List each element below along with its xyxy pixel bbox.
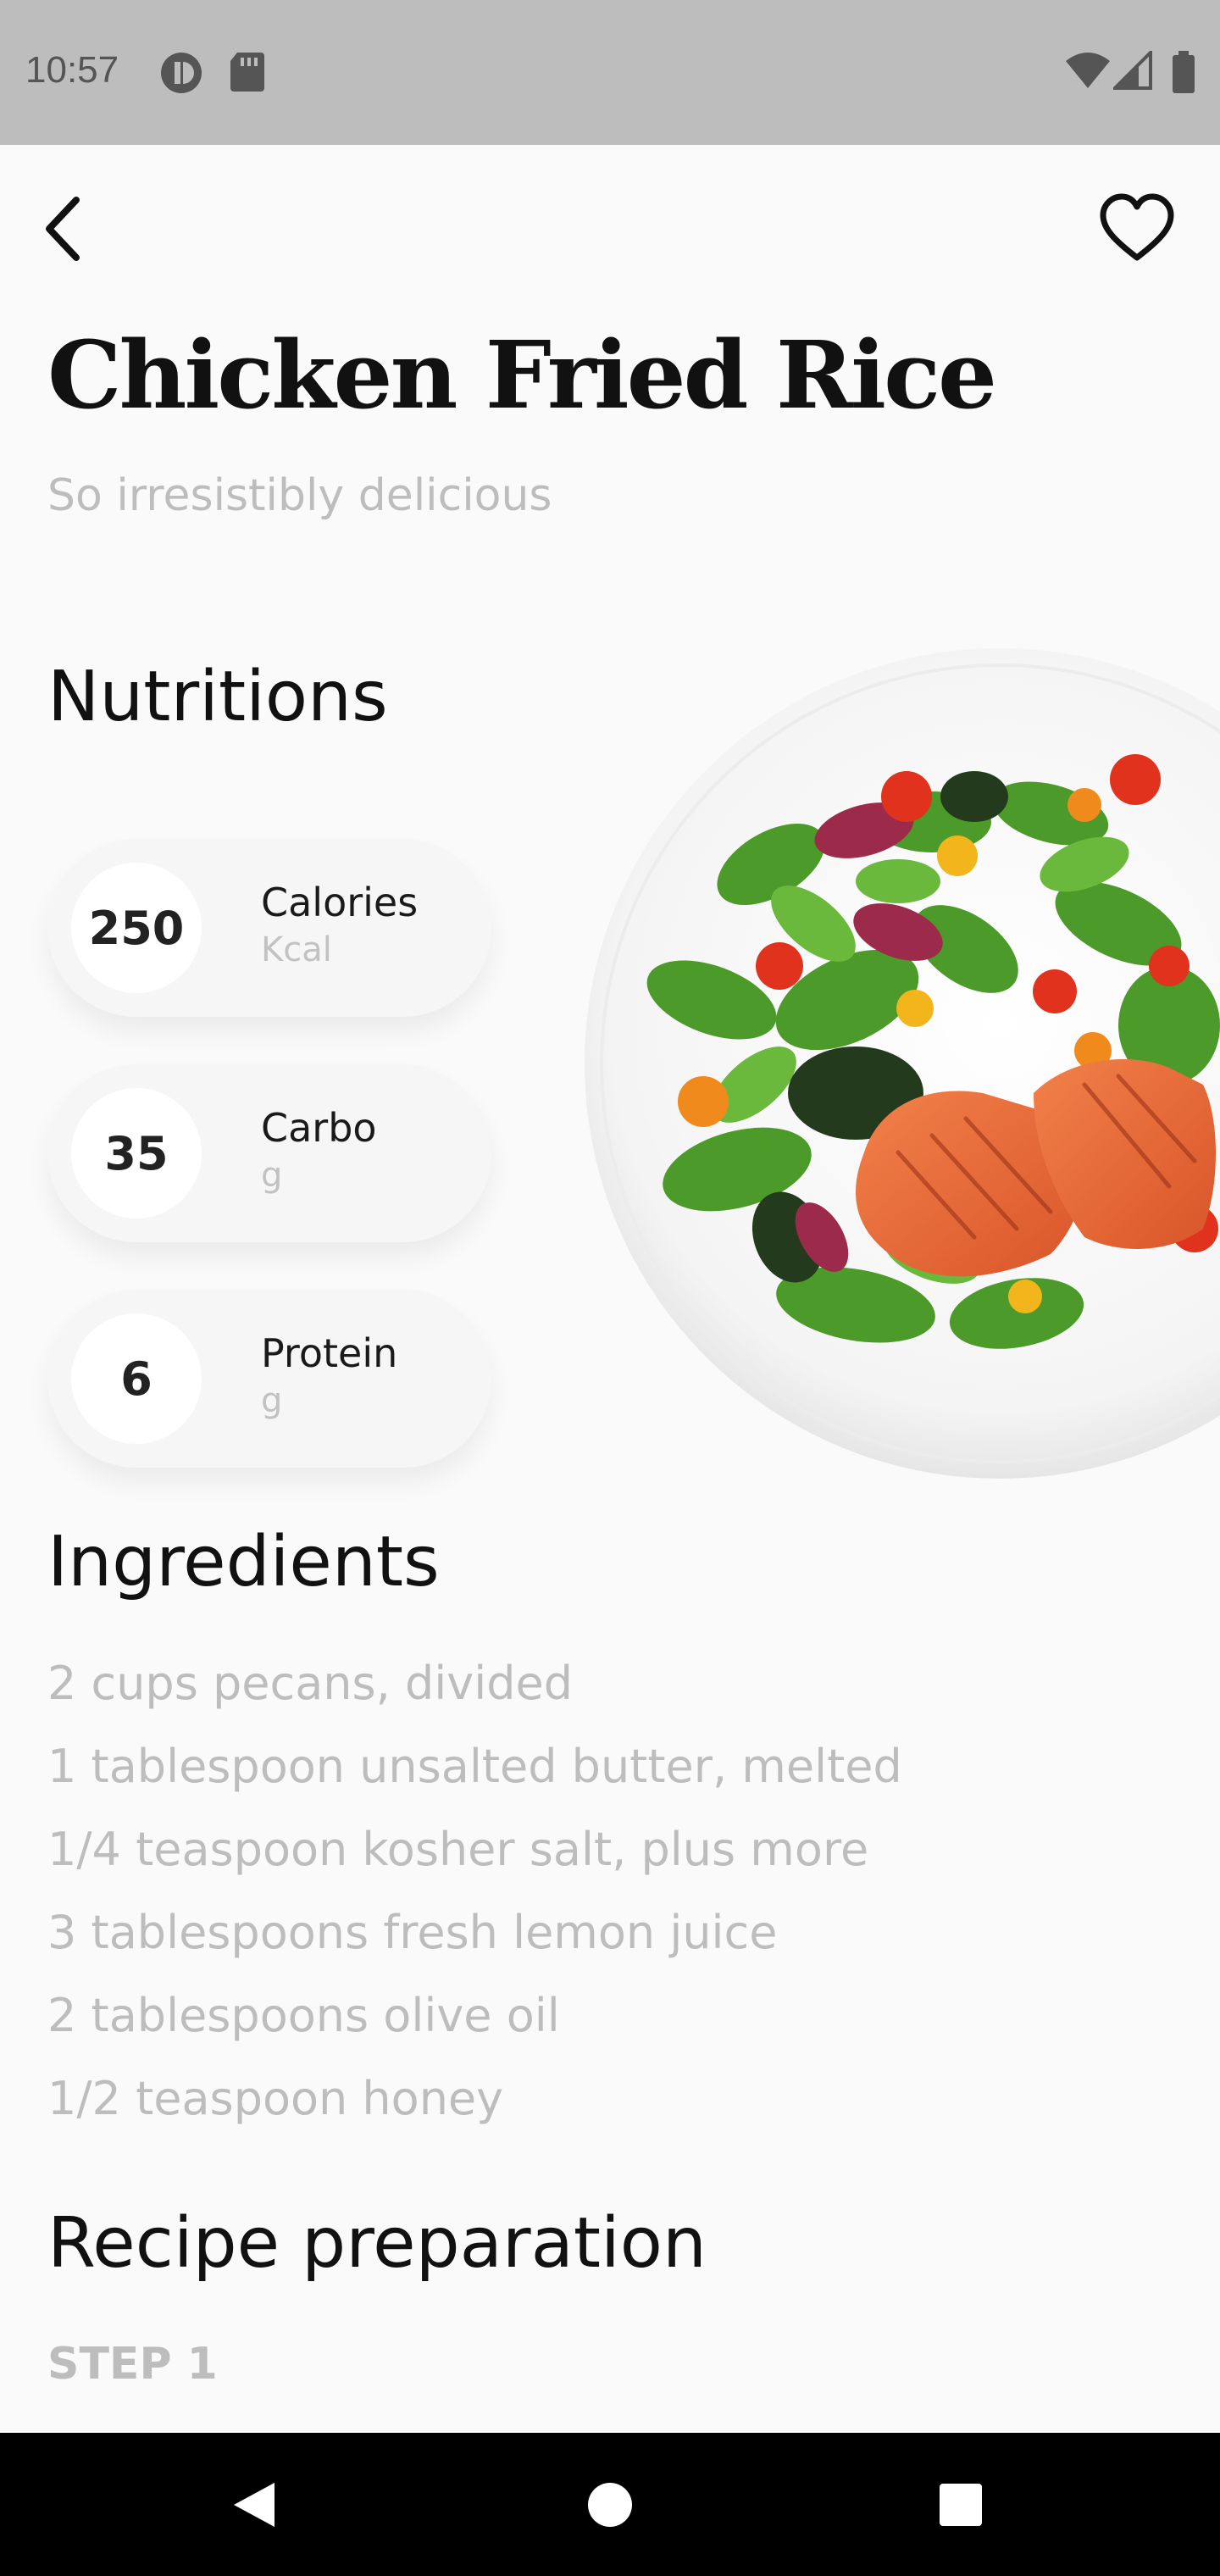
nutrition-value: 6 [71,1313,202,1444]
favorite-button[interactable] [1098,192,1176,266]
recipe-subtitle: So irresistibly delicious [47,470,552,521]
ingredients-heading: Ingredients [47,1522,440,1602]
nutrition-name: Calories [261,880,419,925]
food-image [576,644,1220,1483]
battery-icon [1173,51,1195,93]
back-button[interactable] [34,188,98,269]
ingredient-item: 2 tablespoons olive oil [47,1989,560,2042]
back-arrow-icon [46,197,80,261]
nutrition-name: Carbo [261,1105,377,1151]
nav-recents-button[interactable] [910,2433,1012,2576]
nutrition-item-protein: 6 Protein g [47,1290,491,1468]
nutritions-heading: Nutritions [47,657,388,737]
cell-signal-icon [1113,51,1152,90]
nutrition-unit: g [261,1381,283,1420]
ingredient-item: 2 cups pecans, divided [47,1657,573,1710]
nav-home-button[interactable] [559,2433,661,2576]
nutrition-unit: Kcal [261,930,332,969]
status-bar: 10:57 [0,0,1220,145]
navigation-bar [0,2433,1220,2576]
app-notification-icon [161,53,202,93]
nutrition-item-carbo: 35 Carbo g [47,1064,491,1242]
nutrition-name: Protein [261,1330,398,1376]
back-triangle-icon [234,2482,274,2527]
sd-card-icon [230,53,264,92]
ingredient-item: 1/2 teaspoon honey [47,2072,504,2125]
status-time: 10:57 [25,49,119,91]
nav-back-button[interactable] [203,2433,305,2576]
nutrition-value: 35 [71,1088,202,1219]
step-label: STEP 1 [47,2339,218,2390]
nutrition-unit: g [261,1156,283,1195]
home-circle-icon [588,2482,632,2527]
nutrition-value: 250 [71,863,202,993]
wifi-icon [1066,53,1110,88]
heart-outline-icon [1100,193,1174,261]
nutrition-item-calories: 250 Calories Kcal [47,839,491,1017]
recipe-title: Chicken Fried Rice [47,320,997,430]
ingredient-item: 1 tablespoon unsalted butter, melted [47,1740,902,1793]
recents-square-icon [940,2483,982,2526]
recipe-preparation-heading: Recipe preparation [47,2203,707,2284]
ingredient-item: 1/4 teaspoon kosher salt, plus more [47,1823,869,1876]
ingredient-item: 3 tablespoons fresh lemon juice [47,1906,778,1959]
